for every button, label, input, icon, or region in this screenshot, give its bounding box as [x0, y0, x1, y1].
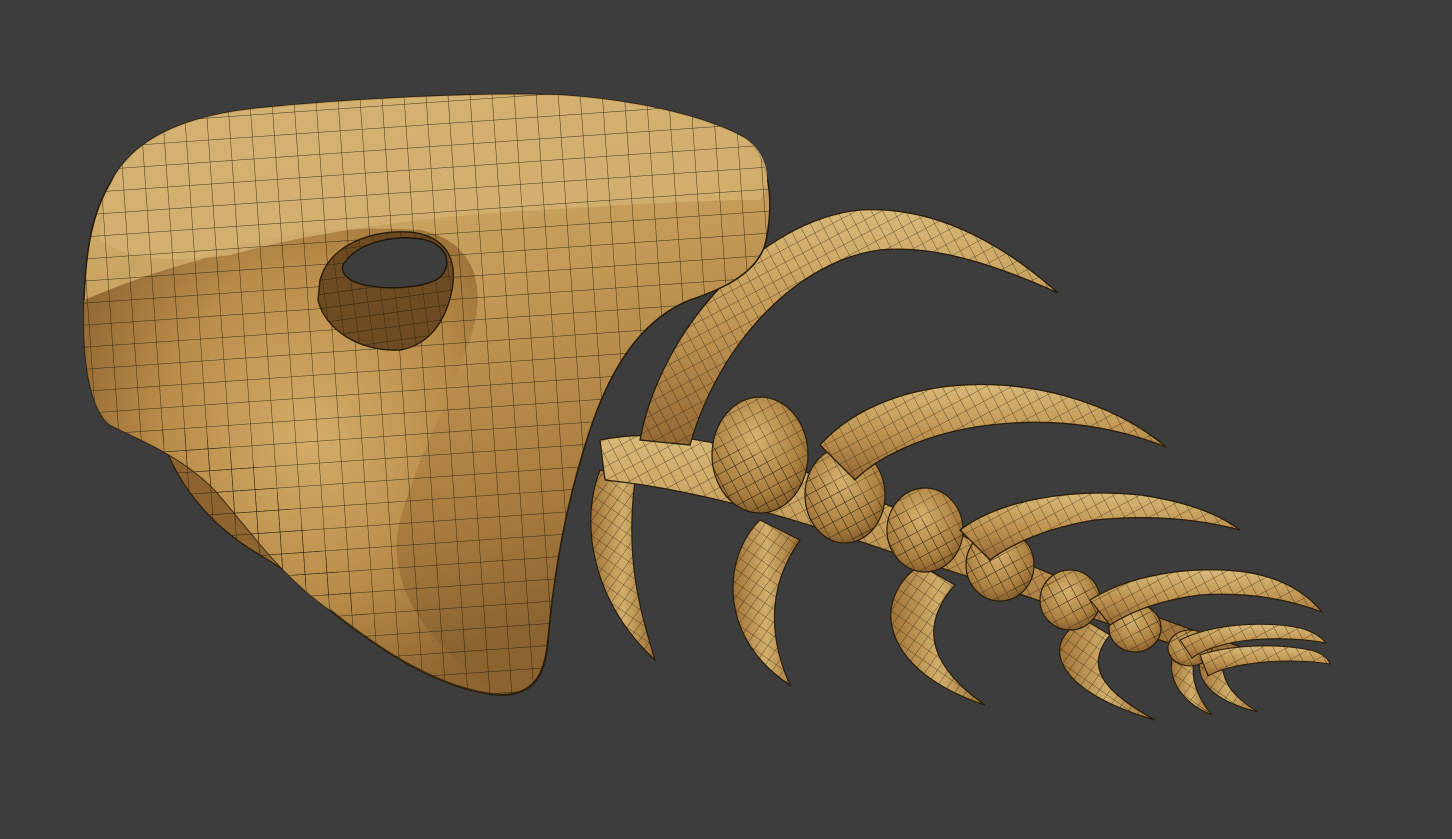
lower-rib-2 — [732, 519, 801, 687]
upper-rib-2 — [819, 383, 1167, 481]
3d-viewport[interactable] — [0, 0, 1452, 839]
fish-skeleton-render — [82, 93, 1331, 721]
lower-rib-1 — [590, 469, 657, 662]
upper-rib-4 — [1089, 569, 1324, 626]
upper-rib-3 — [959, 492, 1241, 561]
lower-rib-3 — [890, 564, 986, 706]
